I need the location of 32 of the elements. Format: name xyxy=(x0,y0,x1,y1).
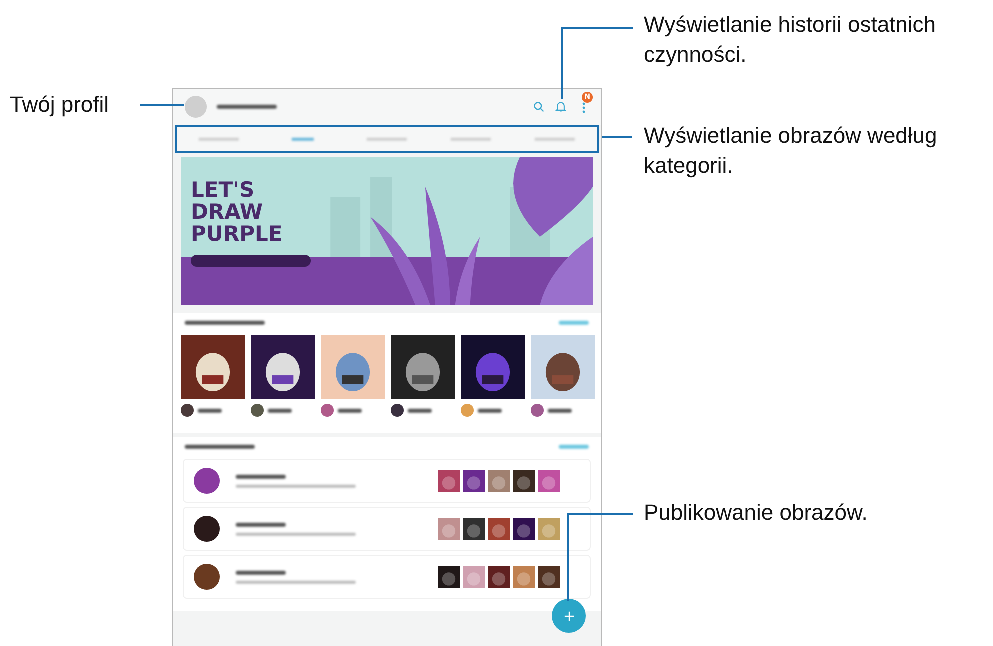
plus-icon xyxy=(564,610,574,622)
artist-card[interactable] xyxy=(183,507,591,551)
leader-line xyxy=(602,136,632,138)
avatar-icon xyxy=(194,564,220,590)
blurred-text xyxy=(338,408,362,412)
search-icon[interactable] xyxy=(533,101,545,113)
blurred-text xyxy=(478,408,502,412)
avatar-icon[interactable] xyxy=(251,404,264,417)
callout-label: Wyświetlanie historii ostatnich czynności. xyxy=(644,11,938,69)
avatar-icon xyxy=(194,516,220,542)
blurred-text xyxy=(408,408,432,412)
blurred-text xyxy=(236,522,286,526)
avatar-icon[interactable] xyxy=(181,404,194,417)
blurred-text xyxy=(236,474,286,478)
avatar-icon[interactable] xyxy=(391,404,404,417)
artist-card[interactable] xyxy=(183,555,591,599)
callout-label: Publikowanie obrazów. xyxy=(644,499,868,527)
blurred-text xyxy=(198,408,222,412)
leader-line xyxy=(561,27,633,99)
avatar-icon xyxy=(194,468,220,494)
artist-card[interactable] xyxy=(183,459,591,503)
leader-line xyxy=(140,104,184,106)
blurred-text xyxy=(185,445,255,449)
blurred-text xyxy=(548,408,572,412)
banner-title: LET'S DRAW PURPLE xyxy=(191,179,284,245)
callout-label: Twój profil xyxy=(10,91,110,119)
blurred-text xyxy=(217,105,277,109)
callout-label: Wyświetlanie obrazów według kategorii. xyxy=(644,122,938,180)
bell-icon[interactable] xyxy=(555,101,567,113)
blurred-text xyxy=(268,408,292,412)
more-icon[interactable] xyxy=(582,100,586,114)
blurred-text xyxy=(236,570,286,574)
